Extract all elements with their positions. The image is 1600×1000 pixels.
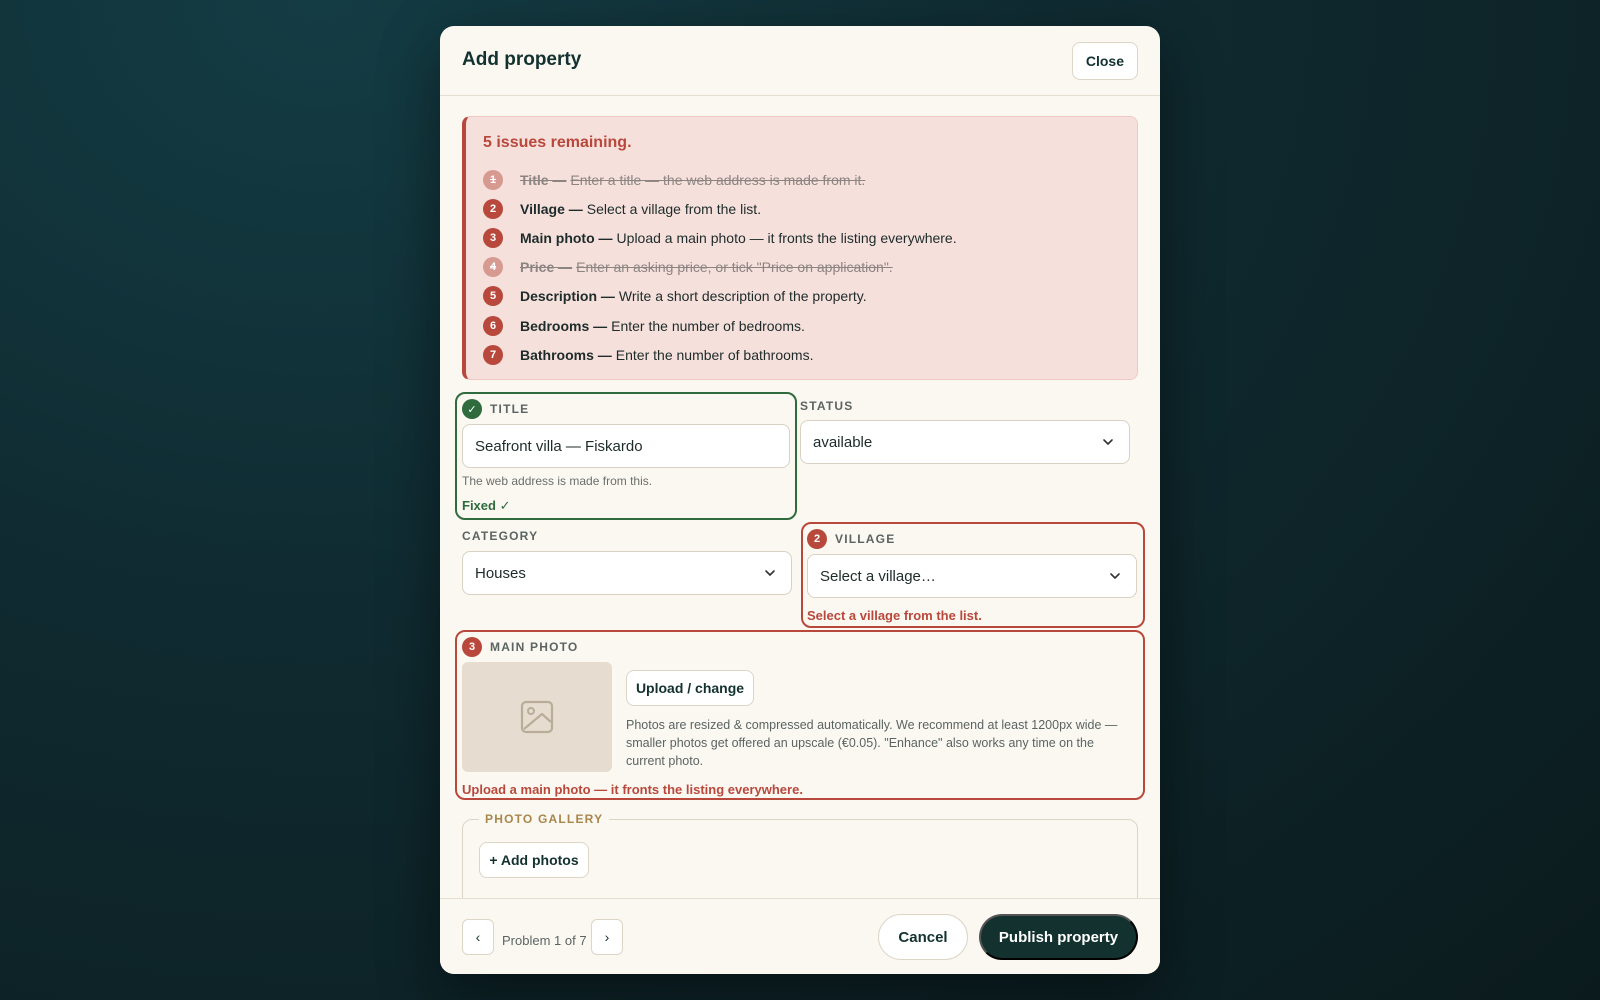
title-label: TITLE: [490, 402, 530, 416]
issue-label: Price —: [520, 259, 573, 276]
title-help: The web address is made from this.: [462, 474, 653, 488]
title-input[interactable]: Seafront villa — Fiskardo: [462, 424, 790, 468]
village-error: Select a village from the list.: [807, 608, 982, 623]
issues-heading: 5 issues remaining.: [483, 134, 632, 151]
upload-photo-button[interactable]: Upload / change: [626, 670, 754, 706]
status-select[interactable]: available: [800, 420, 1130, 464]
issue-text: Select a village from the list.: [586, 200, 762, 217]
issue-label: Bedrooms —: [520, 317, 608, 334]
category-select[interactable]: Houses: [462, 551, 792, 595]
main-photo-issue-badge: 3: [462, 637, 482, 657]
modal-title: Add property: [462, 49, 582, 70]
issue-number: 1: [483, 169, 503, 190]
issue-number: 4: [483, 257, 503, 278]
issue-item-main-photo[interactable]: 3 Main photo — Upload a main photo — it …: [483, 223, 957, 252]
issue-item-village[interactable]: 2 Village — Select a village from the li…: [483, 194, 957, 223]
issues-panel: 5 issues remaining. 1 Title — Enter a ti…: [462, 116, 1138, 380]
issue-number: 5: [483, 286, 503, 307]
chevron-down-icon: [1110, 573, 1120, 579]
add-photos-button[interactable]: + Add photos: [479, 842, 589, 878]
village-select[interactable]: Select a village…: [807, 554, 1137, 598]
chevron-down-icon: [765, 570, 775, 576]
issue-number: 2: [483, 198, 503, 219]
main-photo-placeholder[interactable]: [462, 662, 612, 772]
close-button[interactable]: Close: [1071, 42, 1138, 80]
issue-list: 1 Title — Enter a title — the web addres…: [483, 165, 957, 369]
status-value: available: [813, 433, 873, 451]
publish-property-button[interactable]: Publish property: [979, 914, 1138, 960]
category-value: Houses: [475, 564, 526, 582]
modal-footer: ‹ Problem 1 of 7 › Cancel Publish proper…: [440, 898, 1160, 974]
image-icon: [520, 700, 554, 734]
main-photo-label: MAIN PHOTO: [490, 640, 579, 654]
photo-gallery-legend: PHOTO GALLERY: [479, 812, 610, 826]
previous-problem-button[interactable]: ‹: [462, 919, 494, 955]
village-field: 2 VILLAGE Select a village… Select a vil…: [801, 522, 1145, 628]
problem-counter: Problem 1 of 7: [502, 933, 587, 948]
category-field: CATEGORY Houses: [462, 522, 794, 622]
issue-item-title[interactable]: 1 Title — Enter a title — the web addres…: [483, 165, 957, 194]
add-property-modal: Add property Close 5 issues remaining. 1…: [440, 26, 1160, 974]
village-value: Select a village…: [820, 567, 936, 585]
issue-item-price[interactable]: 4 Price — Enter an asking price, or tick…: [483, 253, 957, 282]
status-label: STATUS: [800, 399, 854, 413]
title-field: ✓ TITLE Seafront villa — Fiskardo The we…: [455, 392, 797, 520]
issue-label: Main photo —: [520, 229, 613, 246]
issue-number: 6: [483, 315, 503, 336]
issue-label: Village —: [520, 200, 583, 217]
cancel-button[interactable]: Cancel: [878, 914, 968, 960]
check-icon: ✓: [462, 399, 482, 419]
issue-text: Write a short description of the propert…: [618, 288, 867, 305]
chevron-down-icon: [1103, 439, 1113, 445]
title-fixed-note: Fixed ✓: [462, 498, 511, 513]
issue-text: Enter the number of bathrooms.: [615, 346, 814, 363]
issue-text: Enter the number of bedrooms.: [611, 317, 805, 334]
issue-label: Description —: [520, 288, 615, 305]
issue-text: Upload a main photo — it fronts the list…: [616, 229, 957, 246]
category-label: CATEGORY: [462, 529, 539, 543]
main-photo-help: Photos are resized & compressed automati…: [626, 718, 1118, 768]
issue-number: 7: [483, 344, 503, 365]
main-photo-error: Upload a main photo — it fronts the list…: [462, 782, 803, 797]
issue-label: Bathrooms —: [520, 346, 612, 363]
next-problem-button[interactable]: ›: [591, 919, 623, 955]
issue-text: Enter a title — the web address is made …: [570, 171, 866, 188]
issue-label: Title —: [520, 171, 567, 188]
issue-text: Enter an asking price, or tick "Price on…: [576, 259, 893, 276]
status-field: STATUS available: [800, 392, 1138, 492]
main-photo-field: 3 MAIN PHOTO Upload / change Photos are …: [455, 630, 1145, 800]
village-issue-badge: 2: [807, 529, 827, 549]
issue-item-bedrooms[interactable]: 6 Bedrooms — Enter the number of bedroom…: [483, 311, 957, 340]
issue-item-bathrooms[interactable]: 7 Bathrooms — Enter the number of bathro…: [483, 340, 957, 369]
modal-header: Add property Close: [440, 26, 1160, 96]
issue-number: 3: [483, 227, 503, 248]
issue-item-description[interactable]: 5 Description — Write a short descriptio…: [483, 282, 957, 311]
village-label: VILLAGE: [835, 532, 896, 546]
